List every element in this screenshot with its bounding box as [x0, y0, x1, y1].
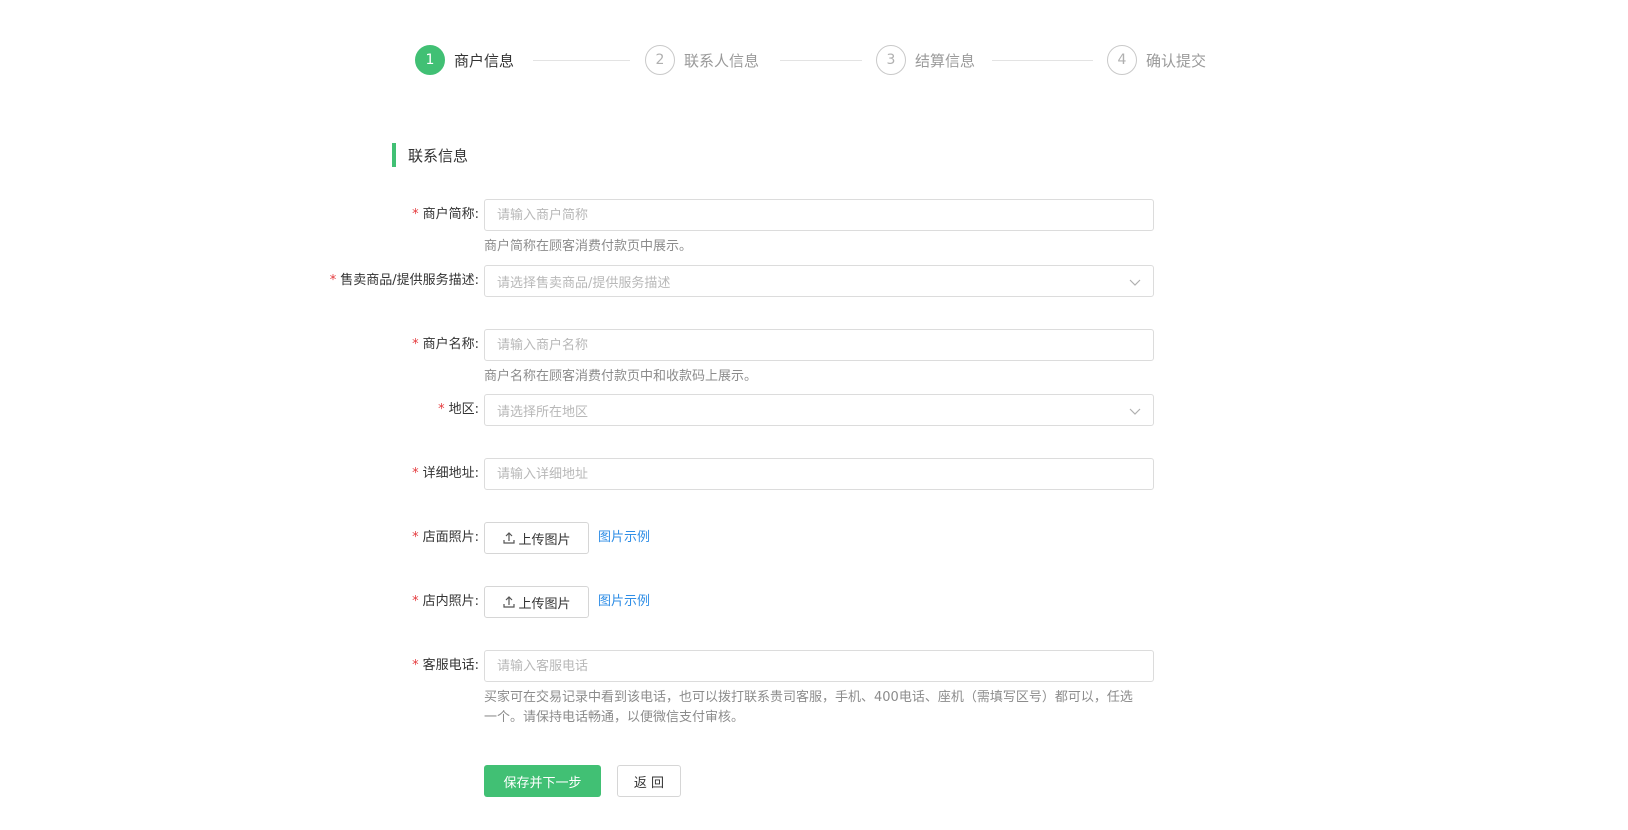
storefront-photo-example-link[interactable]: 图片示例 [598, 522, 650, 554]
step-number: 1 [415, 45, 445, 75]
field-label: * 客服电话: [412, 650, 479, 682]
select-placeholder: 请选择所在地区 [497, 404, 589, 420]
upload-storefront-photo-button[interactable]: 上传图片 [484, 522, 589, 554]
step-contact-info: 2 联系人信息 [645, 44, 759, 76]
required-mark: * [438, 402, 445, 417]
required-mark: * [412, 337, 419, 352]
input-wrapper [484, 199, 1154, 231]
section-header: 联系信息 [392, 143, 468, 167]
control-wrapper: 请选择售卖商品/提供服务描述 [484, 265, 1154, 297]
step-title: 确认提交 [1146, 51, 1207, 70]
interior-photo-example-link[interactable]: 图片示例 [598, 586, 650, 618]
field-hint: 商户简称在顾客消费付款页中展示。 [484, 239, 693, 254]
field-hint: 商户名称在顾客消费付款页中和收款码上展示。 [484, 369, 758, 384]
chevron-down-icon [1129, 279, 1141, 286]
product-description-select[interactable]: 请选择售卖商品/提供服务描述 [484, 265, 1154, 297]
field-label: * 售卖商品/提供服务描述: [330, 265, 479, 297]
address-input[interactable] [497, 466, 1141, 482]
label-text: 店内照片: [422, 594, 479, 609]
upload-icon [503, 596, 516, 608]
back-button[interactable]: 返 回 [617, 765, 681, 797]
step-number: 4 [1107, 45, 1137, 75]
field-label: * 店面照片: [412, 522, 479, 554]
label-text: 商户简称: [422, 207, 479, 222]
required-mark: * [412, 207, 419, 222]
control-wrapper [484, 329, 1154, 361]
step-title: 联系人信息 [684, 51, 760, 70]
step-connector [992, 60, 1093, 61]
control-wrapper: 上传图片 图片示例 [484, 522, 650, 554]
field-label: * 地区: [438, 394, 479, 426]
required-mark: * [412, 658, 419, 673]
step-title: 结算信息 [915, 51, 976, 70]
step-title: 商户信息 [454, 51, 515, 70]
progress-steps: 1 商户信息 2 联系人信息 3 结算信息 4 确认提交 [415, 44, 1245, 76]
field-label: * 商户简称: [412, 199, 479, 231]
step-confirm-submit: 4 确认提交 [1107, 44, 1206, 76]
control-wrapper [484, 458, 1154, 490]
section-accent-bar [392, 143, 396, 167]
field-label: * 详细地址: [412, 458, 479, 490]
control-wrapper [484, 199, 1154, 231]
save-and-next-button[interactable]: 保存并下一步 [484, 765, 601, 797]
control-wrapper: 请选择所在地区 [484, 394, 1154, 426]
required-mark: * [412, 594, 419, 609]
label-text: 客服电话: [422, 658, 479, 673]
upload-icon [503, 532, 516, 544]
step-connector [533, 60, 630, 61]
control-wrapper: 上传图片 图片示例 [484, 586, 650, 618]
label-text: 详细地址: [422, 466, 479, 481]
step-settlement-info: 3 结算信息 [876, 44, 975, 76]
label-text: 店面照片: [422, 530, 479, 545]
required-mark: * [329, 273, 337, 288]
service-phone-input[interactable] [497, 658, 1141, 674]
label-text: 商户名称: [422, 337, 479, 352]
required-mark: * [412, 466, 419, 481]
field-hint: 买家可在交易记录中看到该电话，也可以拨打联系贵司客服，手机、400电话、座机（需… [484, 690, 1133, 725]
region-select[interactable]: 请选择所在地区 [484, 394, 1154, 426]
upload-label: 上传图片 [518, 532, 571, 548]
step-merchant-info: 1 商户信息 [415, 44, 514, 76]
upload-label: 上传图片 [518, 596, 571, 612]
label-text: 售卖商品/提供服务描述: [340, 273, 479, 288]
section-title: 联系信息 [408, 146, 469, 165]
input-wrapper [484, 650, 1154, 682]
input-wrapper [484, 458, 1154, 490]
label-text: 地区: [448, 402, 479, 417]
field-label: * 店内照片: [412, 586, 479, 618]
step-connector [780, 60, 862, 61]
form-actions: 保存并下一步 返 回 [484, 765, 681, 797]
upload-interior-photo-button[interactable]: 上传图片 [484, 586, 589, 618]
merchant-name-input[interactable] [497, 337, 1141, 353]
field-label: * 商户名称: [412, 329, 479, 361]
select-placeholder: 请选择售卖商品/提供服务描述 [497, 275, 671, 291]
control-wrapper [484, 650, 1154, 682]
required-mark: * [412, 530, 419, 545]
step-number: 2 [645, 45, 675, 75]
merchant-short-name-input[interactable] [497, 207, 1141, 223]
chevron-down-icon [1129, 408, 1141, 415]
input-wrapper [484, 329, 1154, 361]
step-number: 3 [876, 45, 906, 75]
